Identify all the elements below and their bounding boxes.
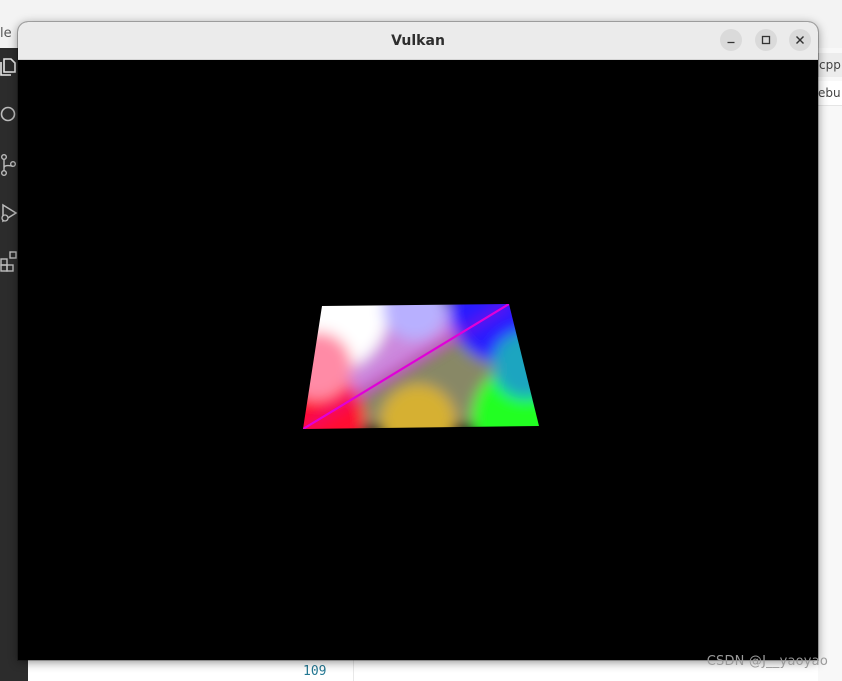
editor-right-strip (818, 48, 842, 681)
explorer-icon[interactable] (0, 58, 18, 76)
maximize-button[interactable] (755, 29, 777, 51)
close-button[interactable] (789, 29, 811, 51)
maximize-icon (761, 35, 771, 45)
window-title: Vulkan (391, 33, 445, 49)
minimize-button[interactable] (720, 29, 742, 51)
vulkan-window: Vulkan (18, 22, 818, 660)
editor-tab-cpp[interactable]: cpp (818, 53, 842, 77)
editor-title-fragment: le (0, 26, 12, 41)
watermark: CSDN @J__yaoyao (706, 654, 828, 669)
window-title-bar[interactable]: Vulkan (18, 22, 818, 60)
minimize-icon (727, 41, 735, 44)
source-control-icon[interactable] (0, 154, 18, 176)
line-number: 109 (303, 664, 327, 679)
search-icon[interactable] (0, 106, 18, 124)
editor-text-area (28, 660, 818, 681)
editor-breadcrumb-fragment[interactable]: ebu (818, 81, 842, 106)
extensions-icon[interactable] (0, 251, 18, 272)
render-canvas[interactable] (18, 60, 818, 660)
render-surface (18, 60, 818, 660)
run-debug-icon[interactable] (0, 203, 18, 223)
close-icon (796, 36, 804, 44)
